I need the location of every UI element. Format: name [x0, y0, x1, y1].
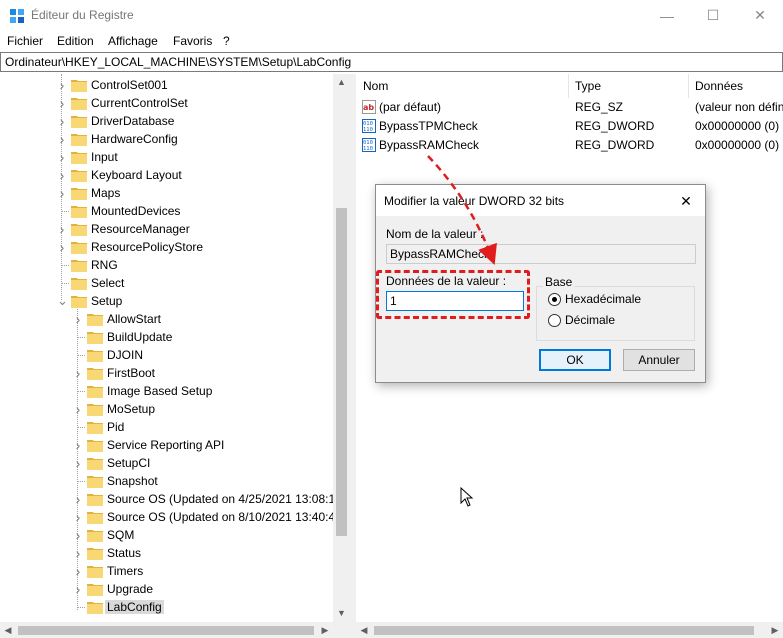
annotation-highlight-box — [376, 270, 530, 319]
mouse-cursor-icon — [460, 487, 474, 507]
annotation-arrow — [427, 155, 497, 266]
